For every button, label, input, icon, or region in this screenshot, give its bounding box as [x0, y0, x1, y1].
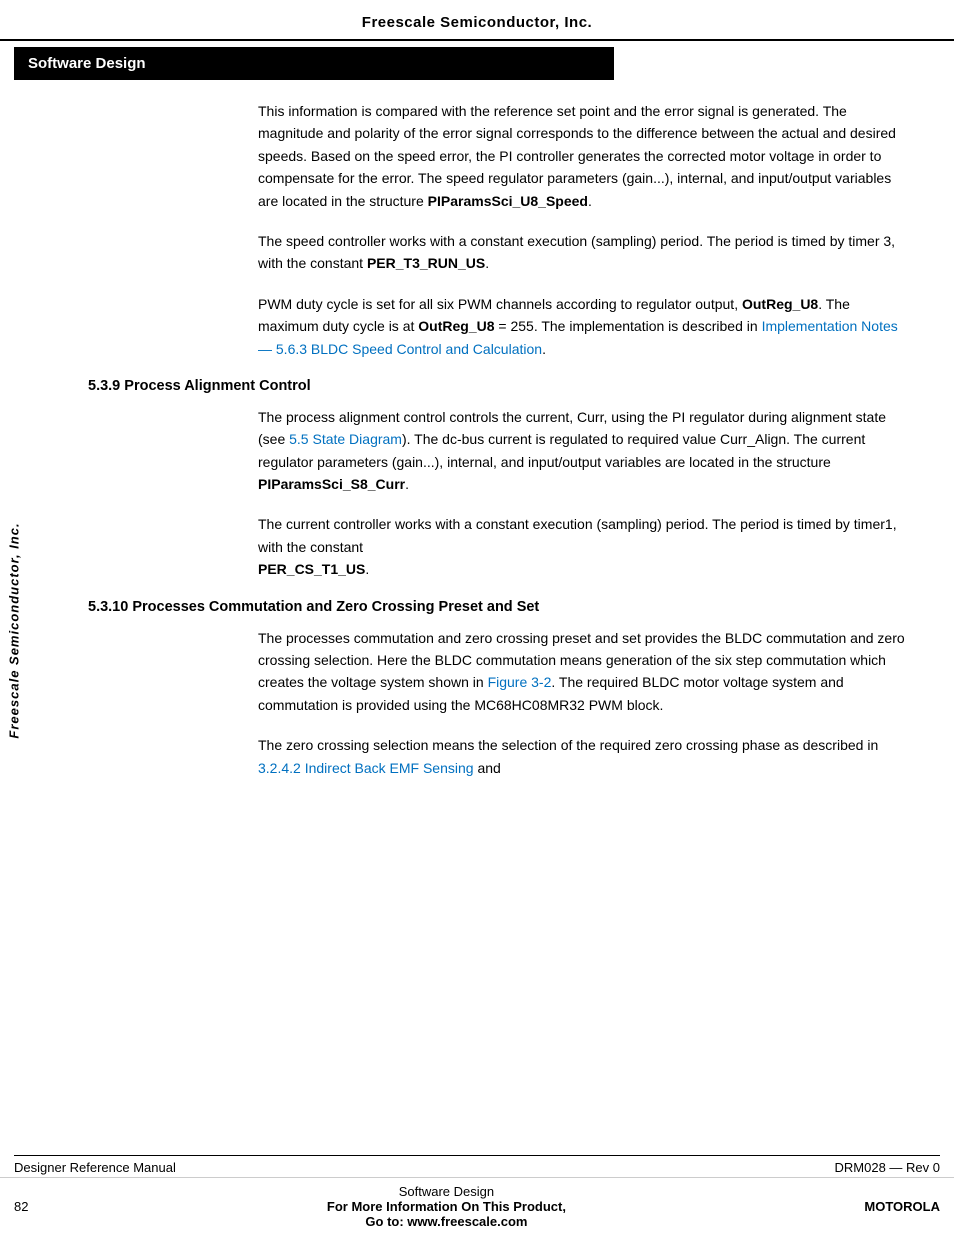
paragraph-1: This information is compared with the re… [258, 100, 908, 212]
back-emf-link[interactable]: 3.2.4.2 Indirect Back EMF Sensing [258, 760, 474, 776]
content-body: This information is compared with the re… [38, 80, 938, 1180]
bottom-center-line3: Go to: www.freescale.com [28, 1214, 864, 1229]
side-label: Freescale Semiconductor, Inc. [0, 80, 28, 1180]
section-5310-para-1: The processes commutation and zero cross… [258, 627, 908, 717]
footer-right: DRM028 — Rev 0 [835, 1160, 940, 1175]
main-content: Freescale Semiconductor, Inc. This infor… [0, 80, 954, 1180]
figure-32-link[interactable]: Figure 3-2 [488, 674, 552, 690]
s539p2-text: The current controller works with a cons… [258, 516, 897, 577]
footer-left: Designer Reference Manual [14, 1160, 176, 1175]
side-label-text: Freescale Semiconductor, Inc. [7, 522, 22, 738]
bottom-bar-row: 82 Software Design For More Information … [14, 1184, 940, 1229]
page-footer: Designer Reference Manual DRM028 — Rev 0 [14, 1155, 940, 1175]
impl-notes-link[interactable]: Implementation Notes — 5.6.3 BLDC Speed … [258, 318, 898, 356]
p3-bold2: OutReg_U8 [418, 318, 494, 334]
page-header-title: Freescale Semiconductor, Inc. [0, 0, 954, 41]
p3-text: PWM duty cycle is set for all six PWM ch… [258, 296, 898, 357]
p1-bold: PIParamsSci_U8_Speed [428, 193, 588, 209]
section-5310-para-2: The zero crossing selection means the se… [258, 734, 908, 779]
section-539-para-1: The process alignment control controls t… [258, 406, 908, 496]
s5310p2-text: The zero crossing selection means the se… [258, 737, 878, 775]
section-539-para-2: The current controller works with a cons… [258, 513, 908, 580]
section-title-bar: Software Design [14, 47, 614, 80]
s539p2-bold: PER_CS_T1_US [258, 561, 365, 577]
bottom-center-line2: For More Information On This Product, [28, 1199, 864, 1214]
bottom-bar-company: MOTOROLA [864, 1199, 940, 1214]
section-539-heading: 5.3.9 Process Alignment Control [88, 378, 938, 394]
p1-text: This information is compared with the re… [258, 103, 896, 209]
paragraph-2: The speed controller works with a consta… [258, 230, 908, 275]
section-5310-heading: 5.3.10 Processes Commutation and Zero Cr… [88, 599, 938, 615]
s539p1-bold: PIParamsSci_S8_Curr [258, 476, 405, 492]
s5310p1-text: The processes commutation and zero cross… [258, 630, 905, 713]
bottom-center-line1: Software Design [28, 1184, 864, 1199]
p2-text: The speed controller works with a consta… [258, 233, 895, 271]
bottom-bar-center: Software Design For More Information On … [28, 1184, 864, 1229]
s539p1-text: The process alignment control controls t… [258, 409, 886, 492]
paragraph-3: PWM duty cycle is set for all six PWM ch… [258, 293, 908, 360]
bottom-bar-page-number: 82 [14, 1199, 28, 1214]
p2-bold: PER_T3_RUN_US [367, 255, 485, 271]
p3-bold1: OutReg_U8 [742, 296, 818, 312]
bottom-bar: 82 Software Design For More Information … [0, 1177, 954, 1235]
state-diagram-link[interactable]: 5.5 State Diagram [289, 431, 402, 447]
